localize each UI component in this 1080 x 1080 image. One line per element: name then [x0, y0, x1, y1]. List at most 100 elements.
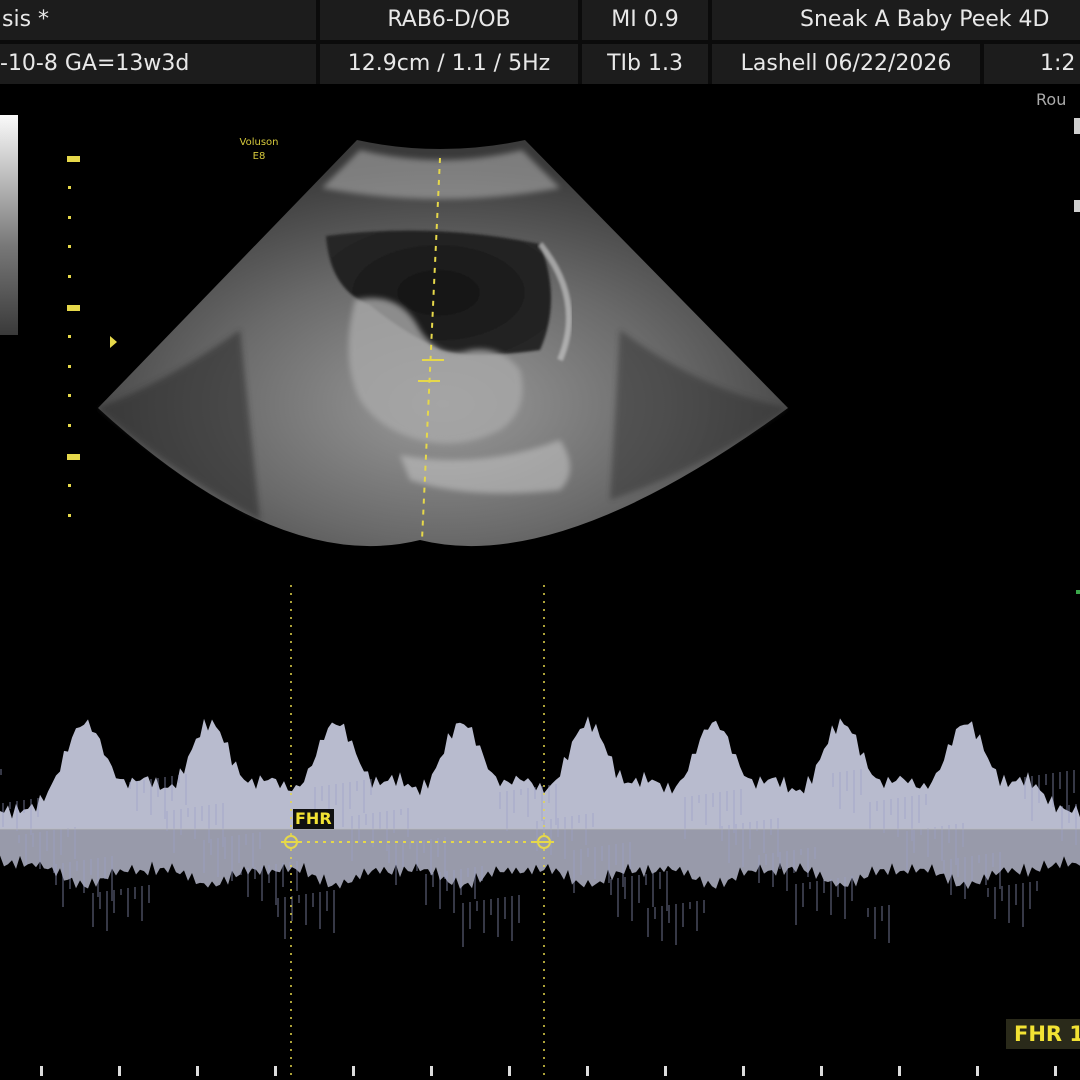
doppler-speckle: [148, 885, 150, 903]
doppler-speckle: [157, 778, 159, 797]
doppler-speckle: [379, 812, 381, 829]
doppler-speckle: [874, 907, 876, 939]
doppler-speckle: [682, 903, 684, 927]
doppler-speckle: [60, 829, 62, 855]
doppler-speckle: [224, 837, 226, 859]
doppler-speckle: [231, 836, 233, 881]
doppler-speckle: [659, 872, 661, 889]
doppler-speckle: [513, 790, 515, 813]
doppler-speckle: [166, 811, 168, 831]
doppler-speckle: [319, 892, 321, 929]
doppler-speckle: [402, 843, 404, 867]
doppler-speckle: [638, 875, 640, 903]
doppler-speckle: [388, 845, 390, 863]
doppler-speckle: [631, 876, 633, 921]
doppler-speckle: [698, 795, 700, 803]
doppler-speckle: [978, 855, 980, 863]
doppler-speckle: [777, 818, 779, 857]
doppler-speckle: [46, 831, 48, 851]
doppler-speckle: [268, 865, 270, 883]
doppler-speckle: [370, 779, 372, 795]
time-tick: [118, 1066, 121, 1076]
doppler-speckle: [37, 798, 39, 817]
doppler-speckle: [1073, 770, 1075, 793]
doppler-speckle: [985, 854, 987, 885]
doppler-speckle: [437, 838, 439, 857]
doppler-speckle: [113, 890, 115, 913]
doppler-speckle: [654, 907, 656, 919]
doppler-speckle: [786, 851, 788, 891]
doppler-speckle: [143, 780, 145, 793]
doppler-speckle: [284, 897, 286, 939]
doppler-speckle: [333, 890, 335, 933]
doppler-speckle: [520, 789, 522, 795]
doppler-speckle: [890, 799, 892, 815]
doppler-speckle: [832, 773, 834, 787]
doppler-speckle: [726, 791, 728, 811]
doppler-speckle: [869, 802, 871, 829]
doppler-speckle: [557, 818, 559, 837]
doppler-speckle: [444, 837, 446, 879]
doppler-speckle: [349, 782, 351, 809]
doppler-speckle: [106, 891, 108, 931]
bmode-sector: [98, 140, 788, 547]
doppler-speckle: [712, 793, 714, 807]
doppler-speckle: [62, 863, 64, 907]
doppler-speckle: [39, 832, 41, 869]
doppler-speckle: [363, 780, 365, 813]
doppler-speckle: [971, 856, 973, 881]
doppler-speckle: [719, 792, 721, 829]
ultrasound-canvas[interactable]: [0, 0, 1080, 1080]
doppler-speckle: [795, 884, 797, 925]
doppler-speckle: [749, 822, 751, 849]
doppler-speckle: [823, 880, 825, 893]
doppler-speckle: [587, 848, 589, 857]
doppler-speckle: [474, 867, 476, 899]
doppler-speckle: [1008, 885, 1010, 923]
doppler-speckle: [624, 877, 626, 899]
doppler-speckle: [1022, 883, 1024, 927]
doppler-speckle: [594, 847, 596, 879]
doppler-speckle: [483, 900, 485, 933]
doppler-speckle: [661, 906, 663, 941]
doppler-speckle: [469, 902, 471, 929]
doppler-speckle: [839, 772, 841, 809]
time-tick: [820, 1066, 823, 1076]
doppler-speckle: [296, 861, 298, 891]
doppler-speckle: [809, 882, 811, 889]
doppler-speckle: [55, 864, 57, 885]
doppler-speckle: [1075, 804, 1077, 845]
time-tick: [274, 1066, 277, 1076]
doppler-speckle: [185, 774, 187, 805]
doppler-speckle: [645, 874, 647, 885]
doppler-speckle: [305, 894, 307, 925]
doppler-speckle: [178, 775, 180, 783]
doppler-speckle: [240, 869, 242, 875]
time-tick: [742, 1066, 745, 1076]
fhr-result-box[interactable]: FHR 1: [1006, 1019, 1080, 1049]
doppler-speckle: [703, 900, 705, 913]
doppler-speckle: [282, 863, 284, 887]
doppler-speckle: [1001, 886, 1003, 901]
doppler-speckle: [689, 902, 691, 909]
doppler-speckle: [999, 852, 1001, 889]
doppler-speckle: [386, 811, 388, 851]
doppler-speckle: [32, 833, 34, 847]
doppler-speckle: [733, 790, 735, 833]
doppler-speckle: [696, 901, 698, 931]
time-tick: [508, 1066, 511, 1076]
doppler-speckle: [127, 888, 129, 917]
doppler-speckle: [1015, 884, 1017, 905]
doppler-speckle: [964, 857, 966, 899]
doppler-speckle: [913, 830, 915, 853]
doppler-speckle: [1061, 806, 1063, 841]
doppler-speckle: [860, 769, 862, 795]
doppler-speckle: [800, 849, 802, 855]
doppler-speckle: [957, 858, 959, 877]
doppler-speckle: [407, 808, 409, 837]
doppler-speckle: [911, 796, 913, 841]
doppler-speckle: [1036, 881, 1038, 891]
doppler-speckle: [23, 800, 25, 813]
doppler-speckle: [261, 866, 263, 901]
doppler-speckle: [742, 823, 744, 867]
